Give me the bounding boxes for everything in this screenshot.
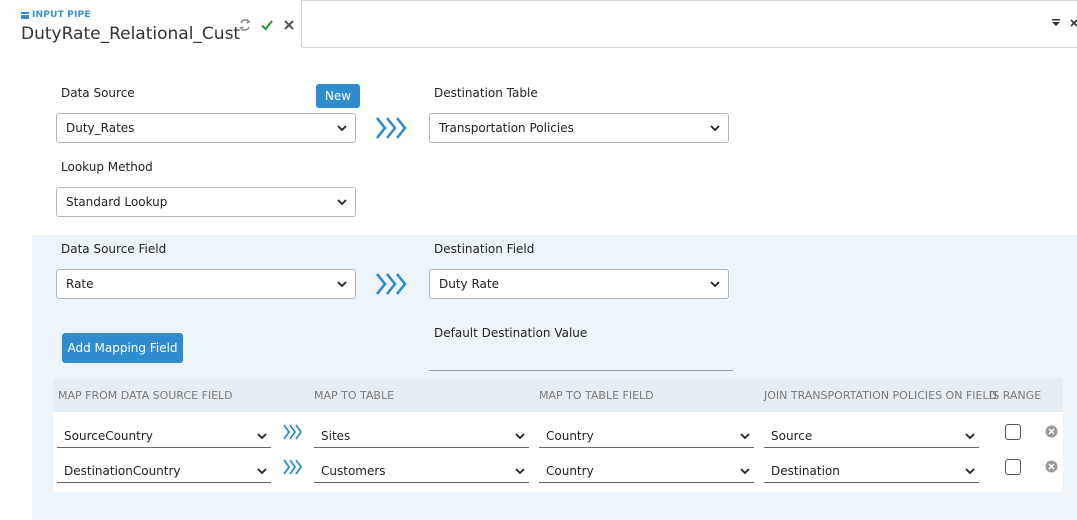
tab-title: DutyRate_Relational_Cust [21,24,241,44]
is-range-checkbox[interactable] [1005,424,1021,440]
refresh-icon[interactable] [238,18,252,32]
map-to-field-select[interactable]: Country [539,459,754,483]
check-icon[interactable] [260,18,274,32]
destination-field-label: Destination Field [434,242,535,256]
chevron-down-icon [337,281,347,288]
chevron-down-icon [257,468,267,475]
chevron-down-icon [965,433,975,440]
arrow-chevrons-icon [375,273,407,295]
is-range-checkbox[interactable] [1005,459,1021,475]
data-source-value: Duty_Rates [66,121,135,135]
default-destination-input[interactable] [429,346,733,370]
chevron-down-icon [337,199,347,206]
join-field-value: Source [771,428,813,443]
add-mapping-field-button[interactable]: Add Mapping Field [62,333,183,363]
new-data-source-button[interactable]: New [316,84,360,108]
map-to-table-value: Sites [321,428,351,443]
remove-row-icon[interactable] [1045,425,1058,438]
chevron-down-icon [515,433,525,440]
map-to-field-value: Country [546,463,594,478]
destination-table-value: Transportation Policies [439,121,574,135]
header-map-to-table: MAP TO TABLE [314,389,395,402]
map-from-select[interactable]: DestinationCountry [57,459,271,483]
lookup-method-value: Standard Lookup [66,195,168,209]
arrow-chevrons-icon [283,424,303,440]
dropdown-menu-icon[interactable] [1049,16,1063,30]
lookup-method-label: Lookup Method [61,160,153,174]
data-source-select[interactable]: Duty_Rates [56,113,356,143]
map-to-table-select[interactable]: Customers [314,459,529,483]
header-join-field: JOIN TRANSPORTATION POLICIES ON FIELD [764,389,998,402]
chevron-down-icon [337,125,347,132]
join-field-value: Destination [771,463,840,478]
tab-type-label: INPUT PIPE [21,10,91,20]
arrow-chevrons-icon [283,459,303,475]
map-to-table-value: Customers [321,463,386,478]
close-icon[interactable] [282,18,296,32]
join-field-select[interactable]: Destination [764,459,979,483]
default-destination-underline [429,370,733,371]
chevron-down-icon [710,125,720,132]
lookup-method-select[interactable]: Standard Lookup [56,187,356,217]
header-map-from: MAP FROM DATA SOURCE FIELD [58,389,233,402]
data-source-field-value: Rate [66,277,94,291]
default-destination-label: Default Destination Value [434,326,588,340]
map-to-table-select[interactable]: Sites [314,424,529,448]
destination-table-select[interactable]: Transportation Policies [429,113,729,143]
map-from-value: DestinationCountry [64,463,181,478]
map-from-select[interactable]: SourceCountry [57,424,271,448]
header-is-range: IS RANGE [989,389,1042,402]
chevron-down-icon [515,468,525,475]
data-source-field-label: Data Source Field [61,242,167,256]
map-to-field-select[interactable]: Country [539,424,754,448]
data-source-field-select[interactable]: Rate [56,269,356,299]
destination-field-value: Duty Rate [439,277,499,291]
top-border [302,0,1077,1]
pipe-tab[interactable]: INPUT PIPE DutyRate_Relational_Cust [0,0,302,47]
data-source-label: Data Source [61,86,135,100]
chevron-down-icon [710,281,720,288]
destination-table-label: Destination Table [434,86,538,100]
header-map-to-field: MAP TO TABLE FIELD [539,389,654,402]
destination-field-select[interactable]: Duty Rate [429,269,729,299]
menu-lines-icon [21,11,29,19]
window-close-icon[interactable] [1069,16,1077,30]
map-to-field-value: Country [546,428,594,443]
chevron-down-icon [965,468,975,475]
chevron-down-icon [740,433,750,440]
tab-type-text: INPUT PIPE [32,10,91,20]
map-from-value: SourceCountry [64,428,153,443]
header-divider [302,47,1077,48]
arrow-chevrons-icon [375,117,407,139]
chevron-down-icon [257,433,267,440]
chevron-down-icon [740,468,750,475]
join-field-select[interactable]: Source [764,424,979,448]
remove-row-icon[interactable] [1045,460,1058,473]
